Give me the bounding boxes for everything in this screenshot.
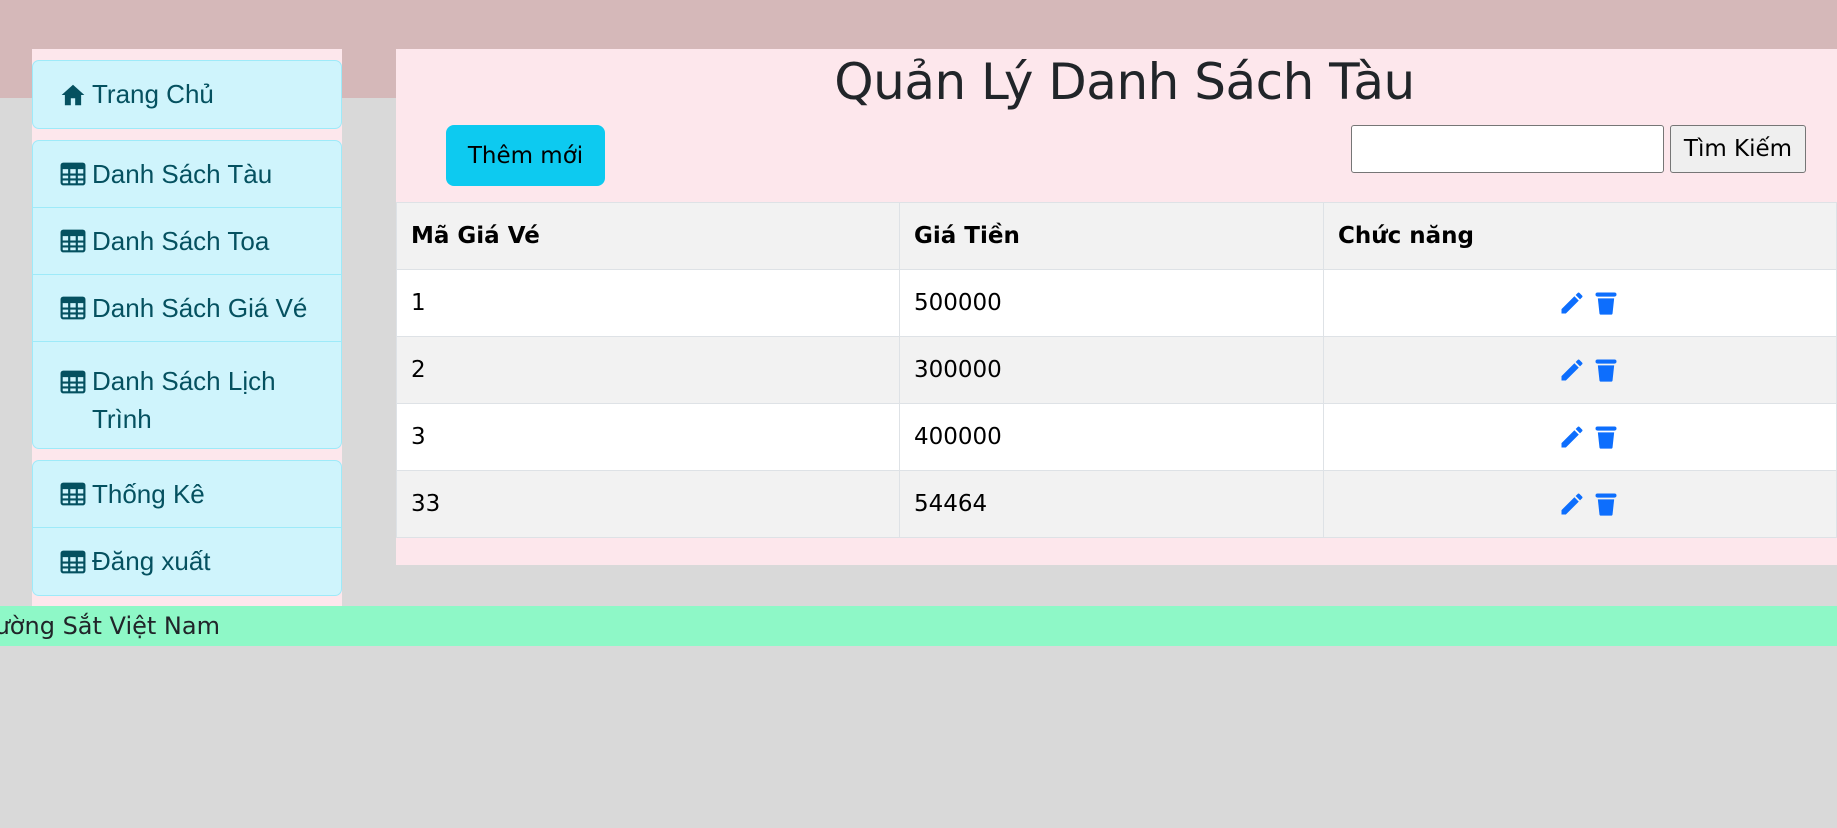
column-header-id: Mã Giá Vé [396,202,900,270]
trash-icon[interactable] [1592,423,1620,451]
cell-actions [1323,470,1837,538]
cell-id: 2 [396,336,900,404]
sidebar-item-prices[interactable]: Danh Sách Giá Vé [33,275,341,342]
trash-icon[interactable] [1592,490,1620,518]
cell-id: 33 [396,470,900,538]
table-icon [60,162,86,186]
column-header-price: Giá Tiền [899,202,1324,270]
main-panel: Quản Lý Danh Sách Tàu Thêm mới Tìm Kiếm … [396,49,1837,565]
pencil-icon[interactable] [1558,356,1586,384]
search-button[interactable]: Tìm Kiếm [1670,125,1806,173]
sidebar-item-label: Đăng xuất [92,546,211,576]
sidebar-item-label: Danh Sách Lịch Trình [92,366,276,434]
table-icon [60,550,86,573]
table-icon [60,370,86,394]
cell-actions [1323,269,1837,337]
cell-price: 300000 [899,336,1324,404]
sidebar-group-others: Thống Kê Đăng xuất [32,460,342,596]
table-icon [60,229,86,253]
pencil-icon[interactable] [1558,490,1586,518]
table-icon [60,296,86,320]
home-icon [61,84,85,105]
table-row: 3 400000 [396,403,1837,471]
table-icon [60,482,86,506]
column-header-actions: Chức năng [1323,202,1837,270]
sidebar-item-label: Danh Sách Toa [92,225,270,256]
sidebar-item-label: Trang Chủ [92,79,214,109]
cell-actions [1323,336,1837,404]
sidebar-item-label: Thống Kê [92,478,205,509]
cell-actions [1323,403,1837,471]
sidebar-item-logout[interactable]: Đăng xuất [33,528,341,595]
trash-icon[interactable] [1592,289,1620,317]
cell-price: 400000 [899,403,1324,471]
table-header-row: Mã Giá Vé Giá Tiền Chức năng [396,202,1837,270]
sidebar-item-stats[interactable]: Thống Kê [33,461,341,528]
sidebar-item-schedules[interactable]: Danh Sách Lịch Trình [33,342,341,448]
price-table: Mã Giá Vé Giá Tiền Chức năng 1 500000 2 … [396,202,1837,538]
page-title: Quản Lý Danh Sách Tàu [834,53,1415,111]
cell-price: 500000 [899,269,1324,337]
sidebar-item-home[interactable]: Trang Chủ [33,61,341,128]
cell-id: 1 [396,269,900,337]
footer-marquee: Đường Sắt Việt Nam [0,606,1837,646]
cell-price: 54464 [899,470,1324,538]
pencil-icon[interactable] [1558,423,1586,451]
sidebar-item-cars[interactable]: Danh Sách Toa [33,208,341,275]
table-row: 33 54464 [396,470,1837,538]
table-row: 1 500000 [396,269,1837,337]
trash-icon[interactable] [1592,356,1620,384]
sidebar-group-lists: Danh Sách Tàu Danh Sách Toa Danh Sách Gi… [32,140,342,449]
pencil-icon[interactable] [1558,289,1586,317]
add-new-button[interactable]: Thêm mới [446,125,605,186]
sidebar-item-label: Danh Sách Giá Vé [92,292,308,323]
table-row: 2 300000 [396,336,1837,404]
footer-text: Đường Sắt Việt Nam [0,612,220,640]
sidebar-item-label: Danh Sách Tàu [92,158,273,189]
sidebar-item-trains[interactable]: Danh Sách Tàu [33,141,341,208]
sidebar: Trang Chủ Danh Sách Tàu Danh Sách Toa Da… [32,49,342,606]
sidebar-group-home: Trang Chủ [32,60,342,129]
cell-id: 3 [396,403,900,471]
search-input[interactable] [1351,125,1664,173]
